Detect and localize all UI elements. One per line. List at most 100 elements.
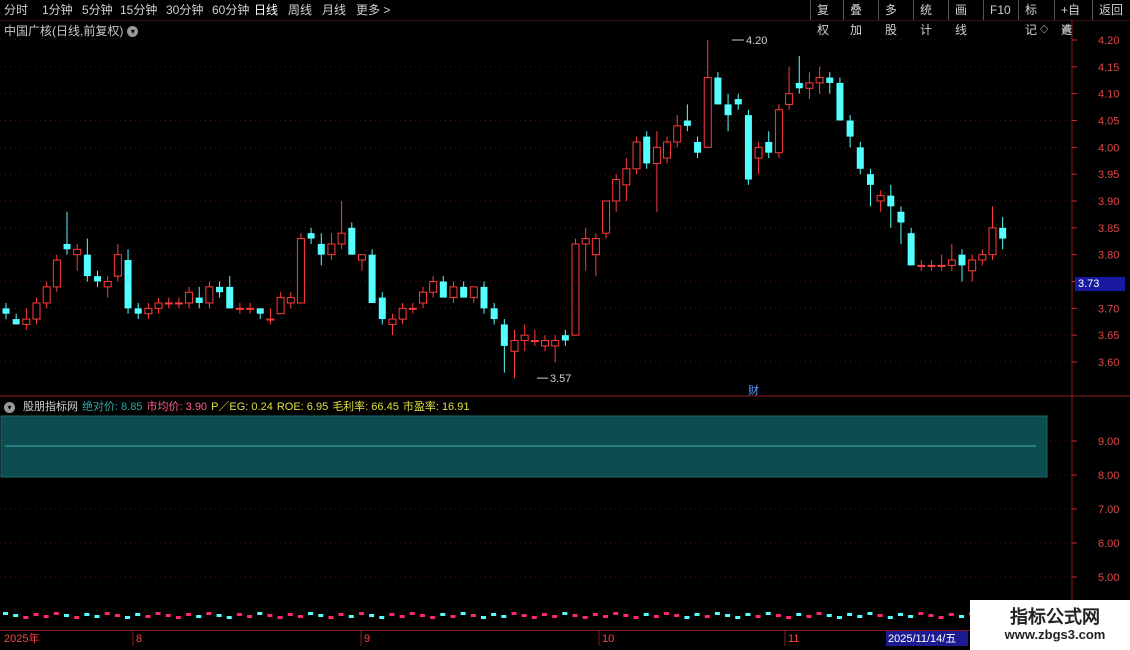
candle-body [439,281,447,298]
candle-body [927,264,936,267]
volume-marker [552,615,558,618]
indicator-field-3: ROE: 6.95 [276,401,329,413]
volume-marker [358,612,364,615]
volume-marker [186,613,192,616]
volume-marker [582,616,588,619]
volume-marker [694,613,700,616]
candle-body [591,238,600,256]
candle-body [856,147,864,169]
volume-marker [511,612,517,615]
candle-body [571,243,580,336]
volume-marker [491,613,497,616]
candle-body [469,286,478,299]
candle-body [327,243,336,256]
candle-body [876,195,885,202]
candle-body [480,286,488,309]
candle-body [205,286,214,304]
candle-body [765,141,773,153]
volume-marker [348,615,354,618]
volume-marker [765,612,771,615]
volume-marker [531,616,537,619]
volume-marker [389,613,395,616]
volume-marker [175,616,181,619]
volume-marker [206,612,212,615]
candle-body [999,227,1007,239]
volume-marker [938,616,944,619]
volume-marker [226,616,232,619]
volume-marker [196,615,202,618]
volume-marker [918,612,924,615]
candle-body [286,297,295,304]
volume-marker [592,613,598,616]
candle-body [357,254,366,261]
candle-body [103,281,112,288]
indicator-axis-label: 6.00 [1098,538,1119,550]
candle-body [907,233,915,266]
candle-body [724,104,732,116]
volume-marker [155,612,161,615]
volume-marker [674,614,680,617]
candle-body [530,340,539,343]
volume-marker [114,614,120,617]
candle-body [368,254,376,303]
finance-marker[interactable]: 财 [748,382,759,398]
high-annotation: 4.20 [746,35,767,47]
low-annotation: 3.57 [550,373,571,385]
volume-marker [633,616,639,619]
candle-body [703,77,712,148]
volume-marker [958,615,964,618]
candle-body [683,120,691,126]
volume-marker [257,612,263,615]
price-axis-label: 3.70 [1098,303,1119,315]
candle-body [815,77,824,84]
candle-body [388,318,397,325]
candle-body [663,141,672,159]
volume-marker [135,613,141,616]
candle-body [378,297,386,320]
candle-body [460,286,468,298]
price-axis-label: 3.90 [1098,196,1119,208]
indicator-dropdown-icon[interactable]: ▾ [4,401,15,413]
volume-marker [826,614,832,617]
indicator-name[interactable]: 股朋指标网 [23,401,78,413]
volume-marker [653,615,659,618]
volume-marker [460,612,466,615]
candle-body [32,302,41,320]
candle-body [866,174,874,185]
volume-marker [908,615,914,618]
watermark-title: 指标公式网 [1010,607,1100,627]
candle-body [429,281,438,293]
volume-marker [94,615,100,618]
volume-marker [562,612,568,615]
candle-body [408,307,417,310]
volume-marker [277,616,283,619]
indicator-axis-label: 9.00 [1098,436,1119,448]
volume-marker [64,614,70,617]
candle-body [643,136,651,164]
volume-marker [13,614,19,617]
volume-marker [318,614,324,617]
volume-marker [613,612,619,615]
volume-marker [877,614,883,617]
candle-body [510,340,519,352]
candle-body [612,179,621,202]
volume-marker [897,613,903,616]
price-axis-label: 3.80 [1098,250,1119,262]
candle-body [226,286,234,309]
candle-body [500,324,508,346]
candle-body [216,286,224,293]
indicator-field-0: 绝对价: 8.85 [82,401,143,413]
candle-body [276,297,285,315]
candle-body [694,141,702,153]
volume-marker [379,616,385,619]
candle-body [622,168,631,186]
candle-body [958,254,966,266]
price-axis-label: 4.00 [1098,142,1119,154]
volume-marker [542,613,548,616]
candle-body [937,264,946,267]
indicator-axis-label: 7.00 [1098,504,1119,516]
candle-body [988,227,997,256]
volume-marker [857,615,863,618]
volume-marker [745,613,751,616]
candle-body [195,297,203,303]
